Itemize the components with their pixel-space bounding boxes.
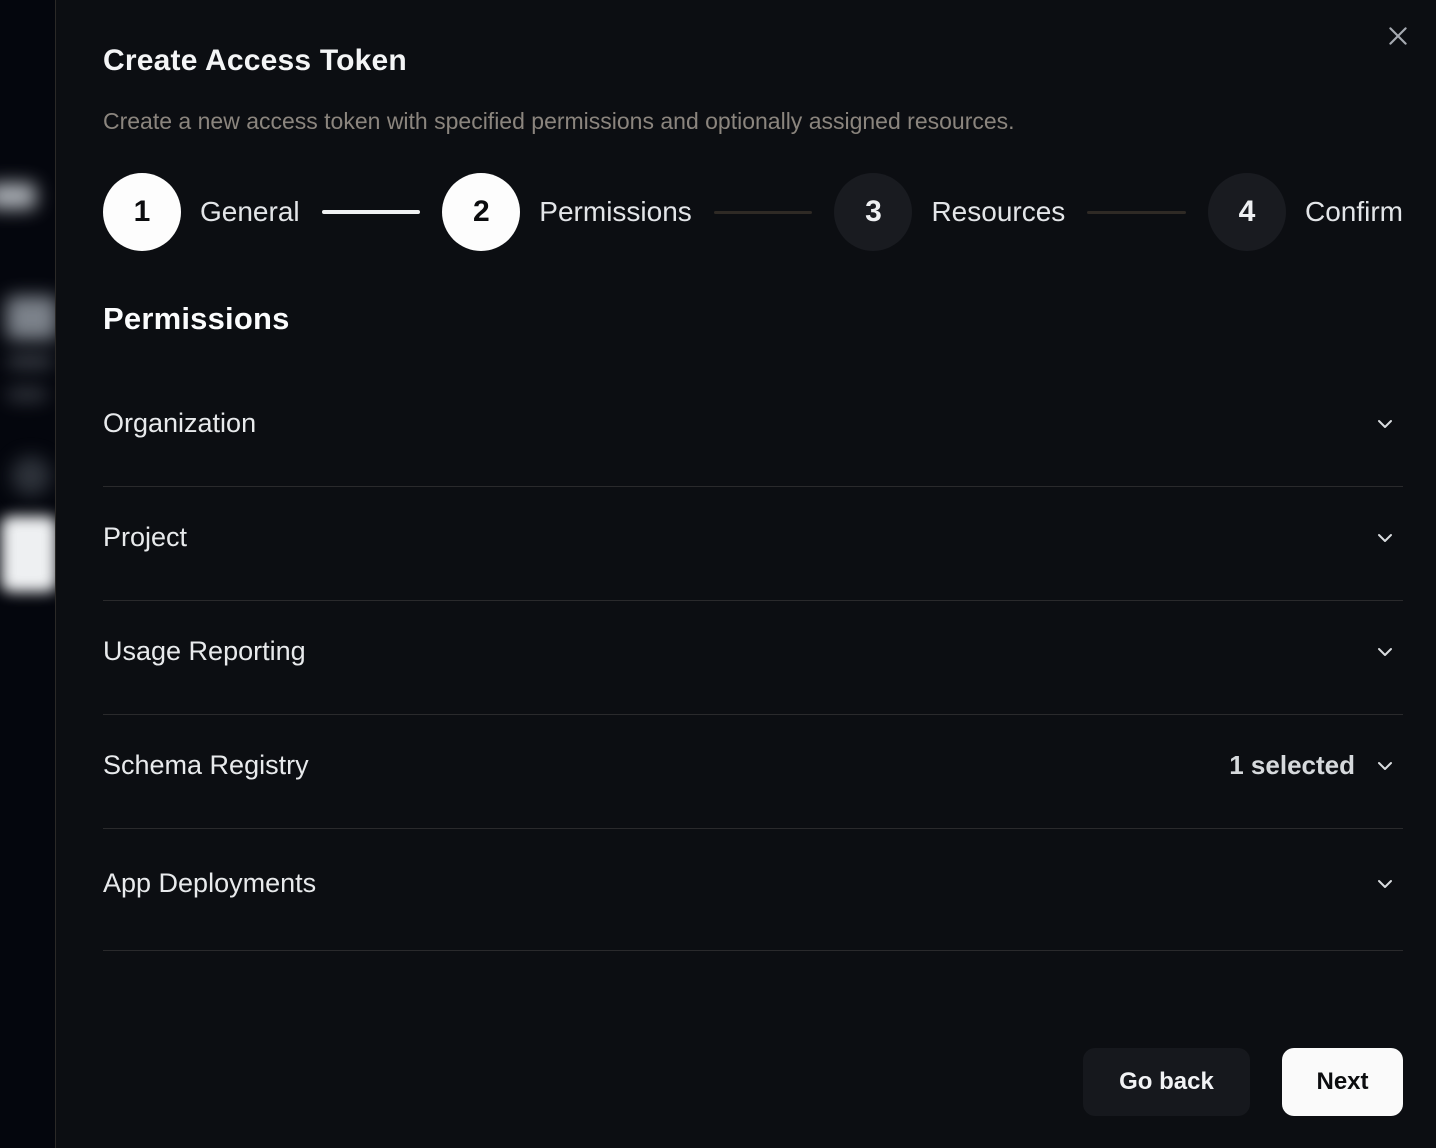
step-label: General xyxy=(200,196,300,228)
blurred-background-line xyxy=(7,388,47,401)
stepper-connector xyxy=(322,210,421,214)
modal-title: Create Access Token xyxy=(103,44,1403,78)
step-label: Resources xyxy=(931,196,1065,228)
stepper-connector xyxy=(714,211,813,214)
blurred-background-card xyxy=(6,296,58,340)
blurred-background-avatar xyxy=(11,456,51,496)
blurred-background-line xyxy=(7,355,53,368)
chevron-down-icon xyxy=(1373,640,1397,664)
create-access-token-modal: Create Access Token Create a new access … xyxy=(55,0,1436,1148)
stepper-connector xyxy=(1087,211,1186,214)
selection-count-badge: 1 selected xyxy=(1229,750,1355,781)
stepper-step-permissions[interactable]: 2 Permissions xyxy=(442,173,691,251)
accordion-usage-reporting[interactable]: Usage Reporting xyxy=(103,601,1403,715)
accordion-organization[interactable]: Organization xyxy=(103,373,1403,487)
chevron-down-icon xyxy=(1373,872,1397,896)
blurred-background-text xyxy=(0,183,36,209)
accordion-label: Usage Reporting xyxy=(103,636,1373,667)
section-heading: Permissions xyxy=(103,301,1403,337)
stepper-step-general[interactable]: 1 General xyxy=(103,173,300,251)
step-number-badge: 2 xyxy=(442,173,520,251)
close-icon xyxy=(1385,23,1411,49)
chevron-down-icon xyxy=(1373,754,1397,778)
stepper: 1 General 2 Permissions 3 Resources 4 Co… xyxy=(103,173,1403,251)
step-label: Confirm xyxy=(1305,196,1403,228)
step-number-badge: 1 xyxy=(103,173,181,251)
accordion-label: Project xyxy=(103,522,1373,553)
accordion-schema-registry[interactable]: Schema Registry 1 selected xyxy=(103,715,1403,829)
permissions-accordion-list: Organization Project Usage Reporting Sch… xyxy=(103,373,1403,951)
stepper-step-confirm[interactable]: 4 Confirm xyxy=(1208,173,1403,251)
step-number-badge: 4 xyxy=(1208,173,1286,251)
accordion-label: Organization xyxy=(103,408,1373,439)
go-back-button[interactable]: Go back xyxy=(1083,1048,1250,1116)
chevron-down-icon xyxy=(1373,412,1397,436)
close-button[interactable] xyxy=(1380,18,1416,54)
accordion-label: Schema Registry xyxy=(103,750,1229,781)
modal-subtitle: Create a new access token with specified… xyxy=(103,108,1403,135)
blurred-background-panel xyxy=(1,516,57,592)
accordion-project[interactable]: Project xyxy=(103,487,1403,601)
background-overlay xyxy=(0,0,55,1148)
step-label: Permissions xyxy=(539,196,691,228)
next-button[interactable]: Next xyxy=(1282,1048,1403,1116)
chevron-down-icon xyxy=(1373,526,1397,550)
accordion-app-deployments[interactable]: App Deployments xyxy=(103,829,1403,951)
modal-footer: Go back Next xyxy=(103,1048,1403,1118)
step-number-badge: 3 xyxy=(834,173,912,251)
stepper-step-resources[interactable]: 3 Resources xyxy=(834,173,1065,251)
accordion-label: App Deployments xyxy=(103,868,1373,899)
